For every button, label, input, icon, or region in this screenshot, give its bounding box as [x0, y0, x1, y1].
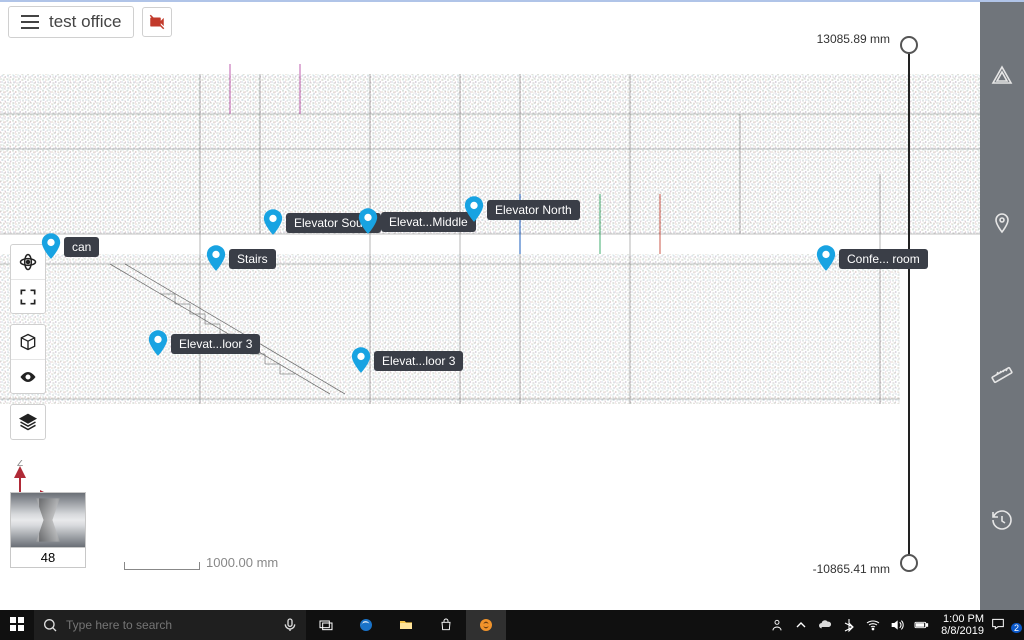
search-icon: [42, 617, 58, 633]
project-name: test office: [49, 12, 121, 32]
start-button[interactable]: [0, 616, 34, 635]
location-pin[interactable]: Elevat...loor 3: [350, 347, 463, 375]
pin-icon: [147, 330, 169, 358]
scale-bar: 1000.00 mm: [124, 555, 278, 570]
clip-bottom-label: -10865.41 mm: [813, 562, 890, 576]
pin-icon: [815, 245, 837, 273]
pin-icon: [40, 233, 62, 261]
waypoints-button[interactable]: [988, 210, 1016, 238]
measure-button[interactable]: [988, 358, 1016, 386]
clip-top-label: 13085.89 mm: [817, 32, 890, 46]
brand-icon[interactable]: [988, 62, 1016, 90]
location-pin[interactable]: can: [40, 233, 99, 261]
pin-label: Stairs: [229, 249, 276, 269]
bluetooth-icon[interactable]: [841, 617, 857, 633]
view-toolbar: [10, 244, 46, 450]
taskbar-time: 1:00 PM: [941, 613, 984, 625]
pin-label: Elevat...Middle: [381, 212, 476, 232]
right-sidebar: [980, 2, 1024, 610]
history-button[interactable]: [988, 506, 1016, 534]
wifi-icon[interactable]: [865, 617, 881, 633]
people-icon[interactable]: [769, 617, 785, 633]
pin-label: Elevator North: [487, 200, 580, 220]
battery-icon[interactable]: [913, 617, 929, 633]
menu-icon: [21, 15, 39, 29]
location-pin[interactable]: Confe... room: [815, 245, 928, 273]
taskbar-date: 8/8/2019: [941, 625, 984, 637]
visibility-button[interactable]: [11, 359, 45, 393]
taskbar-search-input[interactable]: [66, 618, 274, 632]
pin-icon: [350, 347, 372, 375]
clip-top-handle[interactable]: [900, 36, 918, 54]
pin-icon: [357, 208, 379, 236]
onedrive-icon[interactable]: [817, 617, 833, 633]
notification-badge: 2: [1011, 623, 1022, 633]
volume-icon[interactable]: [889, 617, 905, 633]
svg-text:Z: Z: [17, 460, 23, 469]
mic-icon: [282, 617, 298, 633]
panorama-thumbnail[interactable]: 48: [10, 492, 86, 568]
panorama-count: 48: [10, 548, 86, 568]
taskbar-search[interactable]: [34, 610, 306, 640]
taskbar-app-explorer[interactable]: [386, 610, 426, 640]
clip-bottom-handle[interactable]: [900, 554, 918, 572]
pin-icon: [463, 196, 485, 224]
pin-label: can: [64, 237, 99, 257]
camera-off-button[interactable]: [142, 7, 172, 37]
location-pin[interactable]: Elevator North: [463, 196, 580, 224]
pin-icon: [205, 245, 227, 273]
cube-view-button[interactable]: [11, 325, 45, 359]
pin-label: Elevat...loor 3: [374, 351, 463, 371]
taskbar-app-store[interactable]: [426, 610, 466, 640]
layers-button[interactable]: [11, 405, 45, 439]
viewport-canvas[interactable]: canStairsElevator SouthElevat...MiddleEl…: [0, 2, 980, 610]
pin-label: Elevat...loor 3: [171, 334, 260, 354]
clip-range-slider[interactable]: 13085.89 mm -10865.41 mm: [810, 30, 920, 578]
system-tray[interactable]: [763, 617, 935, 633]
taskbar-app-edge[interactable]: [346, 610, 386, 640]
fullscreen-button[interactable]: [11, 279, 45, 313]
scale-label: 1000.00 mm: [206, 555, 278, 570]
windows-taskbar: 1:00 PM 8/8/2019 2: [0, 610, 1024, 640]
pin-icon: [262, 209, 284, 237]
task-view-button[interactable]: [306, 610, 346, 640]
taskbar-app-current[interactable]: [466, 610, 506, 640]
location-pin[interactable]: Elevat...loor 3: [147, 330, 260, 358]
chevron-up-icon[interactable]: [793, 617, 809, 633]
panorama-thumbnail-image: [10, 492, 86, 548]
location-pin[interactable]: Elevat...Middle: [357, 208, 476, 236]
project-menu[interactable]: test office: [8, 6, 134, 38]
taskbar-clock[interactable]: 1:00 PM 8/8/2019: [935, 613, 990, 637]
clip-track: [908, 44, 910, 564]
action-center-button[interactable]: 2: [990, 616, 1024, 635]
pin-label: Confe... room: [839, 249, 928, 269]
location-pin[interactable]: Stairs: [205, 245, 276, 273]
